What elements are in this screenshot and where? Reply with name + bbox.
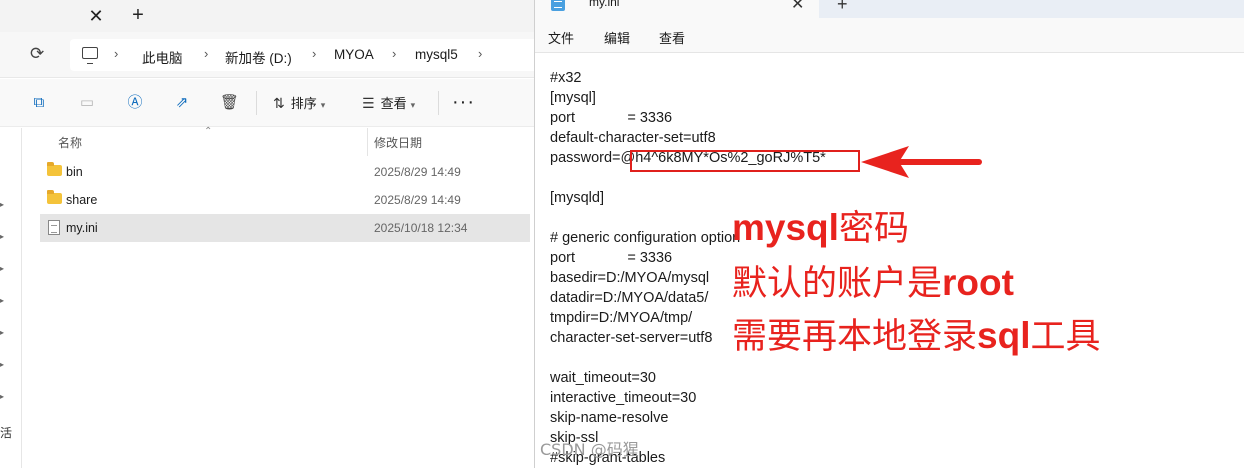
navigation-pane: ▸ ▸ ▸ ▸ ▸ ▸ ▸ 活 — [0, 128, 22, 468]
annotation-mysql-password: mysql密码 — [732, 207, 909, 249]
column-header-date-modified[interactable]: 修改日期 — [374, 134, 422, 151]
notepad-icon — [551, 0, 565, 11]
file-row-bin[interactable]: bin 2025/8/29 14:49 — [40, 158, 530, 186]
annotation-default-account: 默认的账户是root — [732, 262, 1014, 304]
chevron-right-icon[interactable]: › — [114, 46, 118, 61]
expand-arrow-icon[interactable]: ▸ — [0, 264, 8, 273]
red-arrow-icon — [861, 146, 982, 178]
toolbar-divider — [438, 91, 439, 115]
expand-arrow-icon[interactable]: ▸ — [0, 296, 8, 305]
csdn-watermark: CSDN @码猩 — [540, 440, 639, 459]
code-line: basedir=D:/MYOA/mysql — [550, 270, 710, 286]
sort-icon: ⇅ — [273, 95, 285, 111]
share-icon[interactable]: ⇗ — [173, 94, 191, 112]
notepad-tab-bar: my.ini ✕ + — [535, 0, 1244, 18]
code-line: #x32 — [550, 70, 582, 86]
menu-file[interactable]: 文件 — [548, 28, 574, 47]
code-line: port = 3336 — [550, 250, 673, 266]
breadcrumb-this-pc[interactable]: 此电脑 — [142, 47, 183, 67]
paste-icon[interactable]: ▭ — [78, 94, 96, 112]
column-header-name[interactable]: 名称 — [58, 134, 82, 151]
file-row-share[interactable]: share 2025/8/29 14:49 — [40, 186, 530, 214]
file-explorer-window: ✕ + ⟳ › 此电脑 › 新加卷 (D:) › MYOA › mysql5 ›… — [0, 0, 534, 468]
tab-my-ini[interactable]: my.ini ✕ — [535, 0, 819, 18]
column-divider[interactable] — [367, 128, 368, 156]
breadcrumb-mysql5[interactable]: mysql5 — [415, 47, 458, 62]
column-header-row: 名称 ⌃ 修改日期 — [22, 126, 534, 156]
sort-ascending-icon: ⌃ — [204, 126, 213, 137]
copy-icon[interactable]: ⧉ — [30, 94, 48, 112]
breadcrumb-drive[interactable]: 新加卷 (D:) — [225, 47, 292, 67]
command-bar: ⧉ ▭ Ⓐ ⇗ 🗑 ⇅ 排序 ▾ ☰ 查看 ▾ ··· — [0, 79, 534, 127]
toolbar-divider — [256, 91, 257, 115]
chevron-right-icon[interactable]: › — [204, 46, 208, 61]
code-line: [mysqld] — [550, 190, 604, 206]
close-tab-icon[interactable]: ✕ — [86, 6, 106, 26]
code-line: interactive_timeout=30 — [550, 390, 697, 406]
chevron-down-icon: ▾ — [410, 100, 416, 110]
code-line: character-set-server=utf8 — [550, 330, 713, 346]
file-date: 2025/8/29 14:49 — [374, 165, 461, 179]
code-line: tmpdir=D:/MYOA/tmp/ — [550, 310, 693, 326]
chevron-right-icon[interactable]: › — [312, 46, 316, 61]
nav-item-partial-label[interactable]: 活 — [0, 424, 12, 441]
sort-button[interactable]: ⇅ 排序 ▾ — [273, 94, 325, 112]
expand-arrow-icon[interactable]: ▸ — [0, 232, 8, 241]
folder-icon — [47, 190, 62, 204]
delete-icon[interactable]: 🗑 — [220, 94, 239, 112]
file-name: bin — [66, 165, 83, 179]
address-bar[interactable]: › 此电脑 › 新加卷 (D:) › MYOA › mysql5 › — [70, 39, 534, 71]
file-name: my.ini — [66, 221, 98, 235]
view-button[interactable]: ☰ 查看 ▾ — [362, 94, 415, 112]
code-line: default-character-set=utf8 — [550, 130, 716, 146]
code-line: wait_timeout=30 — [550, 370, 656, 386]
expand-arrow-icon[interactable]: ▸ — [0, 328, 8, 337]
rename-icon[interactable]: Ⓐ — [126, 94, 144, 112]
menu-edit[interactable]: 编辑 — [604, 28, 630, 47]
file-name: share — [66, 193, 98, 207]
new-tab-icon[interactable]: + — [128, 5, 148, 25]
breadcrumb-myoa[interactable]: MYOA — [334, 47, 374, 62]
chevron-right-icon[interactable]: › — [392, 46, 396, 61]
code-line: # generic configuration option — [550, 230, 741, 246]
password-highlight-box — [630, 150, 860, 172]
menu-bar: 文件 编辑 查看 — [535, 18, 1244, 52]
this-pc-icon — [82, 47, 98, 64]
file-date: 2025/8/29 14:49 — [374, 193, 461, 207]
code-line: datadir=D:/MYOA/data5/ — [550, 290, 709, 306]
new-tab-icon[interactable]: + — [837, 0, 848, 15]
view-icon: ☰ — [362, 95, 375, 111]
file-date: 2025/10/18 12:34 — [374, 221, 468, 235]
expand-arrow-icon[interactable]: ▸ — [0, 360, 8, 369]
chevron-down-icon: ▾ — [320, 100, 326, 110]
tab-title: my.ini — [589, 0, 620, 9]
expand-arrow-icon[interactable]: ▸ — [0, 200, 8, 209]
expand-arrow-icon[interactable]: ▸ — [0, 392, 8, 401]
menu-view[interactable]: 查看 — [659, 28, 685, 47]
refresh-icon[interactable]: ⟳ — [30, 45, 48, 63]
code-line: skip-name-resolve — [550, 410, 669, 426]
explorer-tab-bar: ✕ + — [0, 0, 534, 32]
chevron-right-icon[interactable]: › — [478, 46, 482, 61]
code-line: [mysql] — [550, 90, 596, 106]
file-row-my-ini[interactable]: my.ini 2025/10/18 12:34 — [40, 214, 530, 242]
annotation-login-tool: 需要再本地登录sql工具 — [732, 315, 1101, 357]
folder-icon — [47, 162, 62, 176]
ini-file-icon — [48, 220, 60, 235]
code-line: port = 3336 — [550, 110, 673, 126]
address-row: ⟳ › 此电脑 › 新加卷 (D:) › MYOA › mysql5 › — [0, 32, 534, 78]
close-tab-icon[interactable]: ✕ — [791, 0, 804, 14]
more-options-icon[interactable]: ··· — [452, 91, 475, 114]
